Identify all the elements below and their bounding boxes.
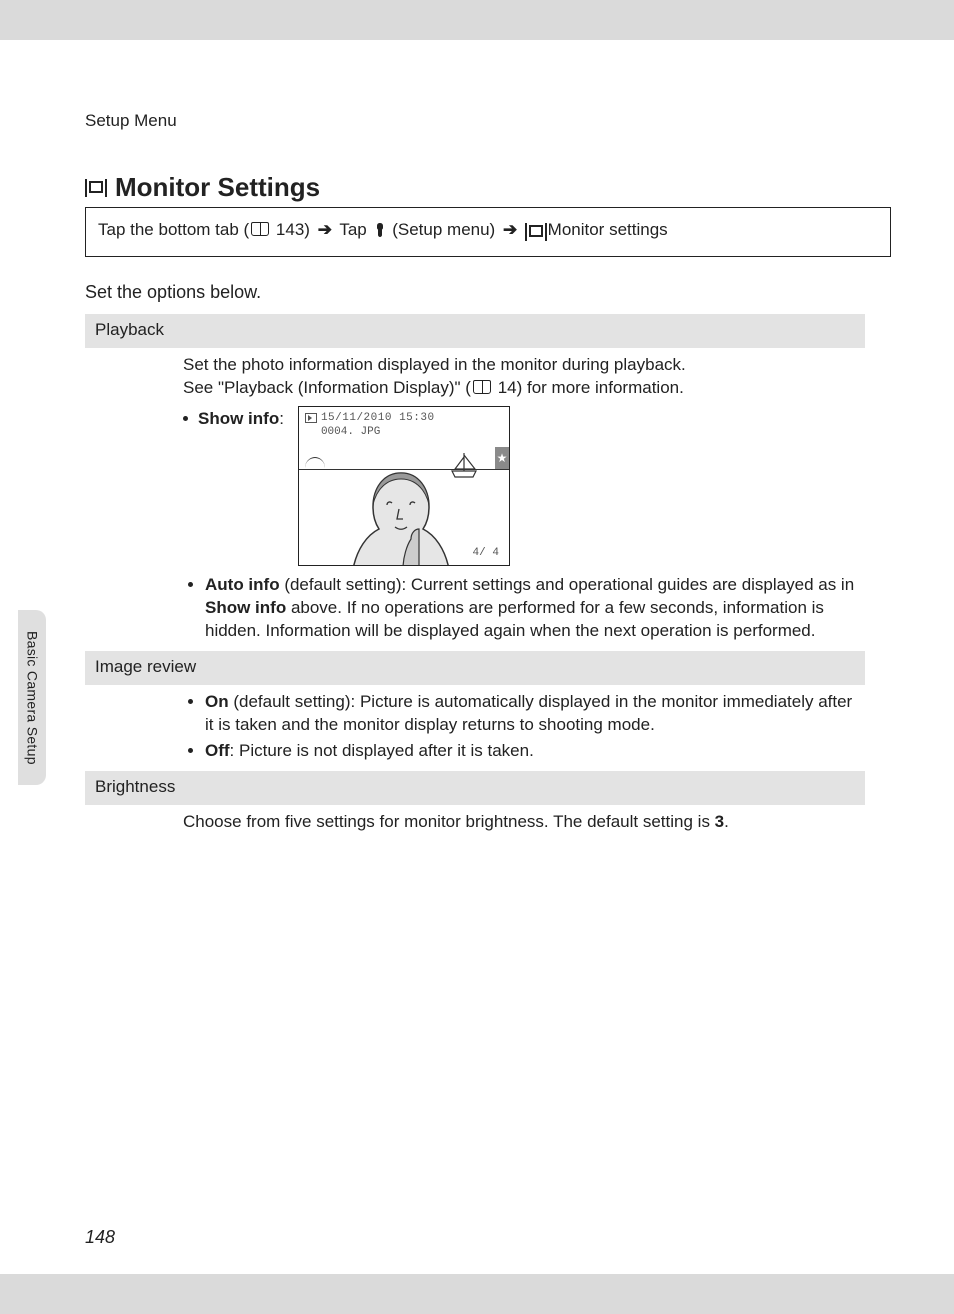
auto-info-bold2: Show info — [205, 598, 286, 617]
page-title: Monitor Settings — [85, 170, 320, 205]
intro-text: Set the options below. — [85, 280, 261, 304]
brightness-value: 3 — [715, 812, 724, 831]
on-text: (default setting): Picture is automatica… — [205, 692, 852, 734]
preview-person — [341, 461, 461, 566]
playback-desc-line2b: ) for more information. — [517, 378, 684, 397]
playback-mode-icon — [305, 413, 317, 423]
nav-text-3: (Setup menu) — [388, 220, 500, 239]
playback-desc-ref: 14 — [493, 378, 517, 397]
playback-desc-line2a: See "Playback (Information Display)" ( — [183, 378, 471, 397]
title-text: Monitor Settings — [115, 170, 320, 205]
brightness-text-c: . — [724, 812, 729, 831]
monitor-icon — [525, 223, 543, 237]
section-tab-label: Basic Camera Setup — [23, 631, 42, 765]
auto-info-text2: above. If no operations are performed fo… — [205, 598, 824, 640]
brightness-header: Brightness — [85, 771, 865, 805]
nav-text-1: Tap the bottom tab ( — [98, 220, 249, 239]
nav-ref-1: 143) — [271, 220, 314, 239]
auto-info-text1: (default setting): Current settings and … — [280, 575, 855, 594]
book-icon — [251, 222, 269, 236]
navigation-path-box: Tap the bottom tab ( 143) ➔ Tap (Setup m… — [85, 207, 891, 257]
preview-filename: 0004. JPG — [321, 425, 380, 440]
auto-info-bold: Auto info — [205, 575, 280, 594]
playback-desc-line1: Set the photo information displayed in t… — [183, 355, 686, 374]
brightness-description: Choose from five settings for monitor br… — [85, 805, 865, 840]
running-header: Setup Menu — [85, 110, 177, 133]
playback-header: Playback — [85, 314, 865, 348]
show-info-label: Show info: — [183, 406, 284, 431]
show-info-bold: Show info — [198, 409, 279, 428]
image-review-on-item: On (default setting): Picture is automat… — [205, 691, 865, 737]
show-info-row: Show info: 15/11/2010 15:30 0004. JPG ★ — [183, 406, 865, 566]
image-review-options-list: On (default setting): Picture is automat… — [183, 691, 865, 764]
image-review-off-item: Off: Picture is not displayed after it i… — [205, 740, 865, 763]
playback-description: Set the photo information displayed in t… — [85, 348, 865, 406]
manual-page: Setup Menu Monitor Settings Tap the bott… — [0, 40, 954, 1274]
auto-info-item: Auto info (default setting): Current set… — [205, 574, 865, 643]
preview-thumbnail: 15/11/2010 15:30 0004. JPG ★ — [298, 406, 510, 566]
off-bold: Off — [205, 741, 230, 760]
content-area: Playback Set the photo information displ… — [85, 310, 865, 840]
nav-text-2: Tap — [335, 220, 372, 239]
brightness-text-a: Choose from five settings for monitor br… — [183, 812, 715, 831]
section-side-tab: Basic Camera Setup — [18, 610, 46, 785]
preview-mountain — [305, 457, 325, 468]
arrow-icon: ➔ — [503, 220, 517, 239]
monitor-settings-icon — [85, 179, 107, 197]
preview-date: 15/11/2010 15:30 — [321, 411, 435, 426]
preview-favorite-tab: ★ — [495, 447, 509, 469]
off-text: : Picture is not displayed after it is t… — [230, 741, 534, 760]
playback-options-list: Auto info (default setting): Current set… — [183, 574, 865, 643]
arrow-icon: ➔ — [318, 220, 332, 239]
image-review-header: Image review — [85, 651, 865, 685]
nav-text-4: Monitor settings — [543, 220, 668, 239]
wrench-icon — [374, 221, 386, 235]
page-number: 148 — [85, 1225, 115, 1249]
book-icon — [473, 380, 491, 394]
on-bold: On — [205, 692, 229, 711]
preview-counter: 4/ 4 — [473, 546, 499, 561]
bullet-icon — [183, 416, 188, 421]
